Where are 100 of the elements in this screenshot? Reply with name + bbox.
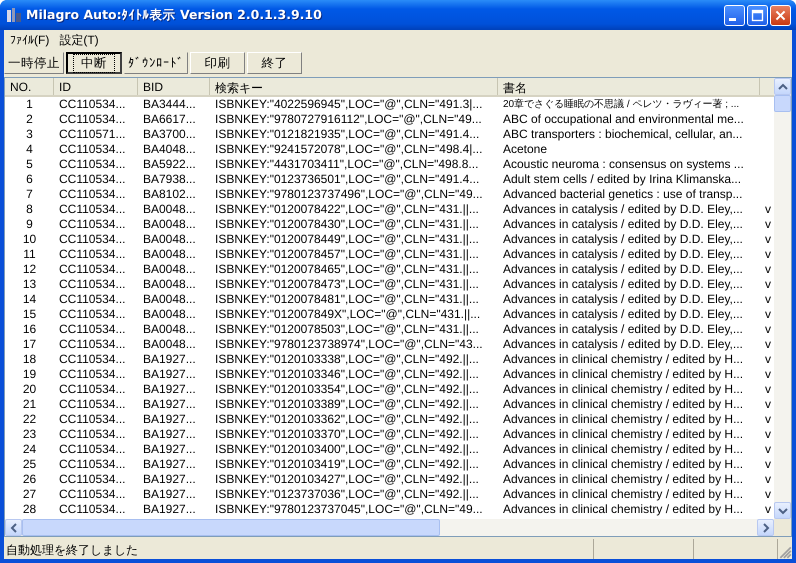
column-header[interactable]: NO. (5, 78, 54, 95)
table-cell-text: 25 (22, 457, 38, 472)
menu-item[interactable]: 設定(T) (55, 30, 105, 48)
table-cell-text: ISBNKEY:"0120103362",LOC="@",CLN="492.||... (214, 412, 480, 427)
table-cell-text: CC110534... (58, 502, 126, 517)
table-cell-text: v (764, 322, 772, 337)
table-cell-text: CC110534... (58, 427, 126, 442)
scroll-right-icon[interactable] (757, 519, 774, 536)
scroll-left-icon[interactable] (5, 519, 22, 536)
table-cell-text: ISBNKEY:"9780123737496",LOC="@",CLN="49... (214, 187, 484, 202)
table-cell-text: ISBNKEY:"9241572078",LOC="@",CLN="498.4|... (214, 142, 484, 157)
table-cell-text: ISBNKEY:"9780727916112",LOC="@",CLN="49... (214, 112, 483, 127)
table-cell-text: CC110534... (58, 307, 126, 322)
table-cell-text: v (764, 397, 772, 412)
table-cell-text: ISBNKEY:"0120078422",LOC="@",CLN="431.||... (214, 202, 480, 217)
table-cell-text: Acetone (502, 142, 548, 157)
table-cell-text: Advanced bacterial genetics : use of transp... (502, 187, 744, 202)
scroll-thumb[interactable] (774, 95, 791, 112)
table-cell-text: CC110534... (58, 172, 126, 187)
table-cell-text: 4 (25, 142, 34, 157)
table-cell-text: ISBNKEY:"0120078481",LOC="@",CLN="431.||... (214, 292, 480, 307)
table-cell-text: v (764, 262, 772, 277)
table-cell-text: 3 (25, 127, 34, 142)
close-button[interactable] (770, 4, 791, 26)
table-cell-text: BA0048... (142, 247, 197, 262)
table-cell-text: ISBNKEY:"0120078430",LOC="@",CLN="431.||... (214, 217, 480, 232)
window-title: Milagro Auto:ﾀｲﾄﾙ表示 Version 2.0.1.3.9.10 (26, 6, 323, 24)
toolbar-button[interactable]: 中断 (66, 52, 122, 74)
table-cell-text: CC110534... (58, 187, 126, 202)
toolbar-button[interactable]: 終了 (247, 52, 302, 74)
toolbar-button[interactable]: ﾀﾞｳﾝﾛｰﾄﾞ (124, 52, 188, 74)
table-cell-text: BA4048... (142, 142, 197, 157)
menu-item[interactable]: ﾌｧｲﾙ(F) (6, 32, 56, 47)
table-cell-text: ISBNKEY:"0120103354",LOC="@",CLN="492.||... (214, 382, 480, 397)
table-cell-text: ISBNKEY:"0120103419",LOC="@",CLN="492.||... (214, 457, 480, 472)
table-cell-text: BA0048... (142, 217, 197, 232)
column-header[interactable]: BID (138, 78, 210, 95)
table-cell-text: ABC transporters : biochemical, cellular, an... (502, 127, 744, 142)
table-cell-text: CC110534... (58, 352, 126, 367)
table-cell-text: v (764, 382, 772, 397)
table-cell-text: BA0048... (142, 322, 197, 337)
table-cell-text: v (764, 472, 772, 487)
column-header[interactable]: 書名 (498, 78, 760, 95)
table-cell-text: BA1927... (142, 397, 197, 412)
list-view[interactable] (4, 77, 792, 537)
table-cell-text: 1 (25, 97, 34, 112)
table-cell-text: ISBNKEY:"9780123737045",LOC="@",CLN="49... (214, 502, 484, 517)
minimize-button[interactable] (724, 4, 745, 26)
column-header[interactable]: 検索キー (210, 78, 498, 95)
table-cell-text: Advances in catalysis / edited by D.D. Eley,... (502, 337, 744, 352)
table-cell-text: CC110534... (58, 382, 126, 397)
table-cell-text: v (764, 337, 772, 352)
table-cell-text: 7 (25, 187, 34, 202)
table-cell-text: v (764, 502, 772, 517)
table-cell-text: CC110534... (58, 97, 126, 112)
table-cell-text: ISBNKEY:"0123736501",LOC="@",CLN="491.4... (214, 172, 480, 187)
table-cell-text: v (764, 367, 772, 382)
minimize-icon (729, 18, 736, 20)
table-cell-text: Advances in clinical chemistry / edited by H... (502, 427, 744, 442)
table-cell-text: Advances in clinical chemistry / edited by H... (502, 502, 744, 517)
table-cell-text: v (764, 292, 772, 307)
table-cell-text: v (764, 232, 772, 247)
table-cell-text: CC110534... (58, 487, 126, 502)
vertical-scrollbar[interactable] (774, 78, 791, 519)
table-cell-text: CC110534... (58, 397, 126, 412)
table-cell-text: Advances in catalysis / edited by D.D. Eley,... (502, 232, 744, 247)
table-cell-text: CC110534... (58, 157, 126, 172)
table-cell-text: BA1927... (142, 457, 197, 472)
table-cell-text: 19 (22, 367, 38, 382)
table-cell-text: ISBNKEY:"0120103389",LOC="@",CLN="492.||... (214, 397, 480, 412)
horizontal-scrollbar[interactable] (5, 519, 791, 536)
table-cell-text: 11 (22, 247, 37, 262)
table-cell-text: Advances in clinical chemistry / edited by H... (502, 457, 744, 472)
scroll-down-icon[interactable] (774, 502, 791, 519)
maximize-button[interactable] (747, 4, 768, 26)
table-cell-text: ISBNKEY:"0123737036",LOC="@",CLN="492.||... (214, 487, 480, 502)
table-cell-text: 21 (22, 397, 38, 412)
table-cell-text: BA1927... (142, 442, 197, 457)
table-cell-text: Advances in catalysis / edited by D.D. Eley,... (502, 247, 744, 262)
table-cell-text: BA5922... (142, 157, 197, 172)
toolbar-button[interactable]: 印刷 (190, 52, 245, 74)
table-cell-text: Acoustic neuroma : consensus on systems ... (502, 157, 745, 172)
toolbar-button[interactable]: 一時停止 (4, 52, 64, 74)
table-cell-text: BA1927... (142, 352, 197, 367)
table-cell-text: ISBNKEY:"0120103427",LOC="@",CLN="492.||... (214, 472, 480, 487)
table-cell-text: BA0048... (142, 232, 197, 247)
table-cell-text: v (764, 247, 772, 262)
scroll-thumb[interactable] (22, 519, 440, 536)
table-cell-text: 5 (25, 157, 34, 172)
table-cell-text: CC110534... (58, 112, 126, 127)
table-cell-text: BA1927... (142, 502, 197, 517)
scroll-up-icon[interactable] (774, 78, 791, 95)
table-cell-text: ABC of occupational and environmental me... (502, 112, 745, 127)
table-cell-text: CC110571... (58, 127, 126, 142)
column-header[interactable]: ID (54, 78, 138, 95)
table-cell-text: CC110534... (58, 412, 126, 427)
table-cell-text: ISBNKEY:"0120078465",LOC="@",CLN="431.||... (214, 262, 480, 277)
table-cell-text: 20 (22, 382, 38, 397)
table-cell-text: CC110534... (58, 262, 126, 277)
table-cell-text: ISBNKEY:"0120078449",LOC="@",CLN="431.||... (214, 232, 480, 247)
